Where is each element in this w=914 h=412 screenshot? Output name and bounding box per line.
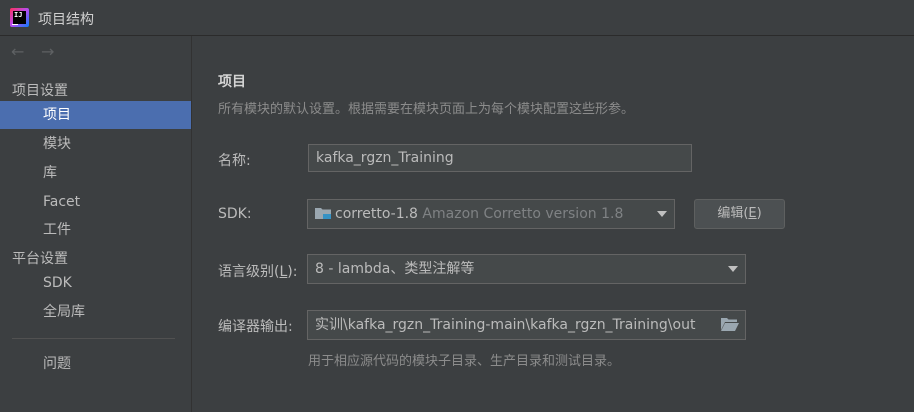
sidebar-divider bbox=[12, 338, 175, 339]
compiler-output-label: 编译器输出: bbox=[218, 319, 293, 335]
compiler-output-field[interactable]: 实训\kafka_rgzn_Training-main\kafka_rgzn_T… bbox=[307, 310, 746, 340]
name-label: 名称: bbox=[218, 153, 251, 169]
section-header-platform-settings: 平台设置 bbox=[12, 251, 68, 267]
window-title: 项目结构 bbox=[38, 12, 94, 28]
page-title: 项目 bbox=[218, 74, 246, 90]
sdk-label: SDK: bbox=[218, 206, 252, 222]
sidebar-item-global-libraries[interactable]: 全局库 bbox=[0, 298, 191, 326]
ide-app-icon: IJ bbox=[10, 8, 29, 27]
page-description: 所有模块的默认设置。根据需要在模块页面上为每个模块配置这些形参。 bbox=[218, 102, 635, 117]
sidebar-item-problems[interactable]: 问题 bbox=[0, 350, 191, 378]
dropdown-arrow-icon bbox=[728, 266, 738, 272]
edit-button-text: 编辑( bbox=[717, 206, 749, 221]
sidebar-item-artifacts[interactable]: 工件 bbox=[0, 216, 191, 244]
sdk-detail: Amazon Corretto version 1.8 bbox=[422, 206, 624, 222]
section-header-project-settings: 项目设置 bbox=[12, 83, 68, 99]
compiler-output-value: 实训\kafka_rgzn_Training-main\kafka_rgzn_T… bbox=[315, 317, 696, 333]
sidebar-item-facets[interactable]: Facet bbox=[0, 188, 191, 216]
title-bar: IJ 项目结构 bbox=[0, 0, 914, 36]
forward-arrow-icon[interactable]: → bbox=[41, 42, 54, 61]
compiler-output-hint: 用于相应源代码的模块子目录、生产目录和测试目录。 bbox=[308, 354, 621, 369]
sidebar-item-sdks[interactable]: SDK bbox=[0, 269, 191, 297]
sdk-dropdown[interactable]: corretto-1.8 Amazon Corretto version 1.8 bbox=[307, 199, 675, 229]
language-level-label-prefix: 语言级别( bbox=[218, 264, 280, 280]
sidebar-item-modules[interactable]: 模块 bbox=[0, 130, 191, 158]
language-level-label: 语言级别(L): bbox=[218, 261, 297, 281]
edit-sdk-button[interactable]: 编辑(E) bbox=[694, 199, 785, 229]
project-settings-panel: 项目 所有模块的默认设置。根据需要在模块页面上为每个模块配置这些形参。 名称: … bbox=[192, 36, 914, 412]
back-arrow-icon[interactable]: ← bbox=[11, 42, 24, 61]
dropdown-arrow-icon bbox=[657, 211, 667, 217]
sdk-folder-icon bbox=[315, 208, 331, 219]
folder-browse-icon[interactable] bbox=[721, 317, 739, 331]
edit-button-mnemonic: E bbox=[748, 206, 757, 221]
sdk-value: corretto-1.8 bbox=[335, 206, 418, 222]
sidebar-item-libraries[interactable]: 库 bbox=[0, 159, 191, 187]
language-level-label-suffix: ): bbox=[287, 264, 298, 280]
language-level-dropdown[interactable]: 8 - lambda、类型注解等 bbox=[307, 254, 746, 284]
edit-button-suffix: ) bbox=[756, 206, 762, 221]
project-name-input[interactable] bbox=[308, 144, 692, 172]
sidebar: ← → 项目设置 项目 模块 库 Facet 工件 平台设置 SDK 全局库 问… bbox=[0, 36, 192, 412]
language-level-value: 8 - lambda、类型注解等 bbox=[315, 261, 475, 277]
sidebar-item-project[interactable]: 项目 bbox=[0, 101, 191, 129]
